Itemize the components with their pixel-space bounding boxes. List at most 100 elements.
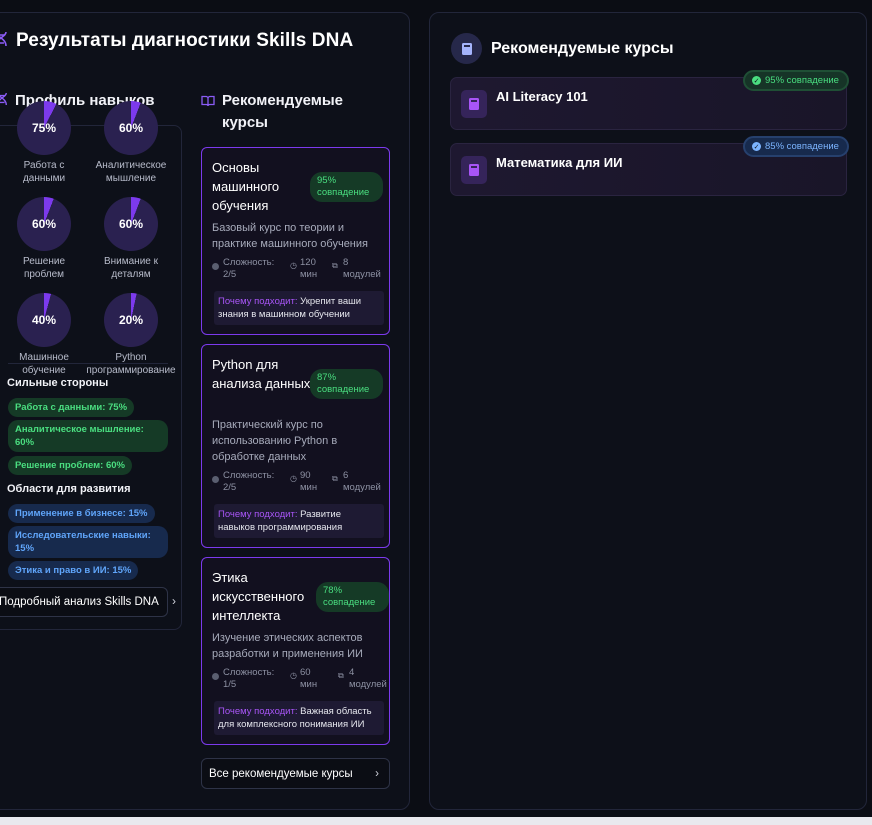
page-title: Результаты диагностики Skills DNA — [16, 30, 354, 51]
layers-icon: ⧉ — [332, 261, 338, 270]
strengths-title: Сильные стороны — [7, 377, 109, 389]
course-description: Базовый курс по теории и практике машинн… — [212, 222, 368, 250]
divider — [8, 363, 168, 364]
skill-pie-item: 60% Аналитическое мышление — [83, 101, 179, 185]
chevron-right-icon: › — [172, 594, 176, 608]
book-icon — [451, 33, 482, 64]
page-header: Результаты диагностики Skills DNA — [0, 30, 353, 52]
why-suitable: Почему подходит: Развитие навыков програ… — [214, 504, 384, 538]
why-label: Почему подходит: — [218, 296, 298, 307]
match-badge: 78% совпадение — [316, 582, 389, 612]
duration-text: 90 мин — [300, 470, 318, 493]
skill-label: Аналитическое мышление — [95, 160, 167, 184]
skill-pie-item: 40% Машинное обучение — [0, 293, 92, 377]
skill-pie-chart: 60% — [17, 197, 71, 251]
modules-text: 6 модулей — [343, 470, 381, 493]
recommended-courses-title: Рекомендуемые курсы — [222, 92, 343, 131]
all-courses-label: Все рекомендуемые курсы — [209, 767, 353, 780]
course-modules: ⧉ 4 модулей — [338, 667, 390, 691]
skill-percent: 75% — [31, 121, 57, 135]
check-circle-icon: ✓ — [752, 142, 761, 151]
detailed-analysis-button[interactable]: Подробный анализ Skills DNA — [0, 587, 168, 617]
clock-icon: ◷ — [290, 671, 297, 680]
clock-icon: ◷ — [290, 261, 297, 270]
recommended-courses-header: Рекомендуемые курсы — [201, 90, 362, 134]
course-card[interactable]: Основы машинного обучения 95% совпадение… — [201, 147, 390, 335]
why-label: Почему подходит: — [218, 509, 298, 520]
skill-pie-chart: 60% — [104, 197, 158, 251]
skill-pie-chart: 75% — [17, 101, 71, 155]
clock-icon: ◷ — [290, 474, 297, 483]
right-panel-header: Рекомендуемые курсы — [451, 33, 674, 64]
course-difficulty: Сложность: 2/5 — [212, 257, 282, 281]
course-difficulty: Сложность: 1/5 — [212, 667, 282, 691]
course-duration: ◷ 90 мин — [290, 470, 324, 494]
difficulty-icon — [212, 263, 219, 270]
course-card[interactable]: Python для анализа данных 87% совпадение… — [201, 344, 390, 548]
skill-label: Решение проблем — [22, 256, 66, 280]
skill-pie-item: 75% Работа с данными — [0, 101, 92, 185]
skill-label: Работа с данными — [22, 160, 66, 184]
course-title: AI Literacy 101 — [496, 89, 588, 104]
difficulty-text: Сложность: 2/5 — [223, 257, 275, 280]
course-modules: ⧉ 6 модулей — [332, 470, 384, 494]
check-circle-icon: ✓ — [752, 76, 761, 85]
match-text: 85% совпадение — [765, 141, 839, 152]
chevron-right-icon: › — [375, 767, 379, 780]
skill-pie-item: 20% Python программирование — [83, 293, 179, 377]
skill-percent: 60% — [118, 121, 144, 135]
why-label: Почему подходит: — [218, 706, 298, 717]
layers-icon: ⧉ — [332, 474, 338, 483]
course-modules: ⧉ 8 модулей — [332, 257, 384, 281]
skill-percent: 60% — [118, 217, 144, 231]
modules-text: 8 модулей — [343, 257, 381, 280]
course-title: Python для анализа данных — [212, 357, 311, 391]
strength-tag: Аналитическое мышление: 60% — [8, 420, 168, 452]
skill-percent: 60% — [31, 217, 57, 231]
why-suitable: Почему подходит: Важная область для комп… — [214, 701, 384, 735]
skill-pie-item: 60% Решение проблем — [0, 197, 92, 281]
detailed-analysis-label: Подробный анализ Skills DNA — [0, 596, 159, 608]
strength-tag: Решение проблем: 60% — [8, 456, 132, 475]
course-description: Изучение этических аспектов разработки и… — [212, 632, 363, 660]
skill-label: Python программирование — [86, 352, 176, 376]
course-title: Основы машинного обучения — [212, 160, 280, 213]
book-icon — [461, 156, 487, 184]
skill-pie-chart: 20% — [104, 293, 158, 347]
growth-tag: Этика и право в ИИ: 15% — [8, 561, 139, 580]
skill-label: Внимание к деталям — [103, 256, 159, 280]
difficulty-text: Сложность: 1/5 — [223, 667, 275, 690]
course-card[interactable]: Этика искусственного интеллекта 78% совп… — [201, 557, 390, 745]
book-open-icon — [201, 94, 215, 110]
duration-text: 60 мин — [300, 667, 318, 690]
growth-tag: Исследовательские навыки: 15% — [8, 526, 168, 558]
why-suitable: Почему подходит: Укрепит ваши знания в м… — [214, 291, 384, 325]
skill-pie-chart: 40% — [17, 293, 71, 347]
modules-text: 4 модулей — [349, 667, 387, 690]
difficulty-text: Сложность: 2/5 — [223, 470, 275, 493]
growth-tag: Применение в бизнесе: 15% — [8, 504, 155, 523]
course-title: Математика для ИИ — [496, 155, 623, 170]
difficulty-icon — [212, 476, 219, 483]
skill-pie-item: 60% Внимание к деталям — [83, 197, 179, 281]
difficulty-icon — [212, 673, 219, 680]
match-text: 95% совпадение — [765, 75, 839, 86]
course-difficulty: Сложность: 2/5 — [212, 470, 282, 494]
skill-pie-chart: 60% — [104, 101, 158, 155]
bottom-scrollbar[interactable] — [0, 817, 872, 825]
book-icon — [461, 90, 487, 118]
match-badge: 87% совпадение — [310, 369, 383, 399]
recommended-courses-panel — [429, 12, 867, 810]
all-recommended-courses-button[interactable]: Все рекомендуемые курсы › — [201, 758, 390, 789]
duration-text: 120 мин — [300, 257, 318, 280]
course-title: Этика искусственного интеллекта — [212, 570, 305, 623]
course-duration: ◷ 60 мин — [290, 667, 324, 691]
skill-percent: 20% — [118, 313, 144, 327]
strength-tag: Работа с данными: 75% — [8, 398, 135, 417]
skill-percent: 40% — [31, 313, 57, 327]
course-duration: ◷ 120 мин — [290, 257, 324, 281]
match-badge: ✓ 95% совпадение — [743, 70, 849, 91]
right-panel-title: Рекомендуемые курсы — [491, 39, 674, 57]
skill-label: Машинное обучение — [19, 352, 69, 376]
match-badge: 95% совпадение — [310, 172, 383, 202]
